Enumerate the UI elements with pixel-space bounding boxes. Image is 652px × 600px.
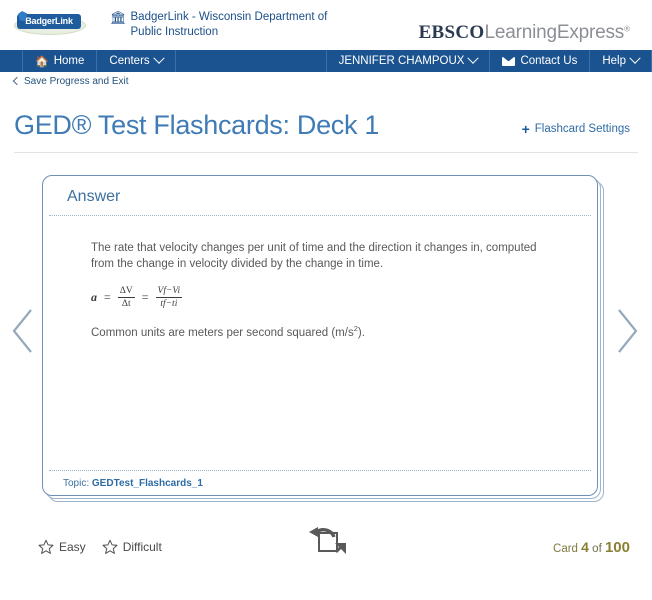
formula-lhs: a: [91, 290, 97, 305]
learningexpress-wordmark: LearningExpress: [484, 22, 625, 43]
flashcard-footer: Topic: GEDTest_Flashcards_1: [49, 470, 591, 495]
next-card-button[interactable]: [614, 307, 640, 355]
flashcard-controls: Easy Difficult Card 4 of 100: [0, 527, 652, 567]
main-navigation: 🏠 Home Centers JENNIFER CHAMPOUX Contact…: [0, 50, 652, 72]
flashcard-side-label: Answer: [67, 188, 121, 205]
flashcard-units-paragraph: Common units are meters per second squar…: [91, 324, 543, 341]
card-counter: Card 4 of 100: [553, 539, 630, 556]
units-text-pre: Common units are meters per second squar…: [91, 326, 354, 339]
formula-fraction-1: ΔV Δt: [117, 286, 135, 310]
flashcard-region: Answer The rate that velocity changes pe…: [0, 175, 652, 515]
flashcard-settings-label: Flashcard Settings: [534, 123, 630, 135]
chevron-down-icon: [153, 52, 165, 64]
star-icon: [38, 539, 54, 554]
title-divider: [14, 152, 638, 153]
flip-card-button[interactable]: [304, 525, 348, 564]
nav-home-label: Home: [53, 55, 85, 67]
ebsco-learningexpress-logo: EBSCOLearningExpress®: [419, 22, 630, 44]
formula-equals-2: =: [141, 290, 149, 305]
formula-equals-1: =: [104, 290, 111, 305]
mail-icon: [502, 56, 516, 66]
flashcard-definition-paragraph: The rate that velocity changes per unit …: [91, 242, 537, 271]
flip-card-icon: [309, 527, 346, 554]
nav-help-label: Help: [602, 55, 626, 67]
institution-name: BadgerLink - Wisconsin Department of Pub…: [130, 11, 328, 38]
rate-difficult-label: Difficult: [122, 540, 162, 554]
topic-value[interactable]: GEDTest_Flashcards_1: [92, 478, 203, 489]
chevron-left-icon: [12, 76, 22, 86]
page-title-row: GED® Test Flashcards: Deck 1 + Flashcard…: [0, 90, 652, 141]
flashcard-header: Answer: [49, 176, 591, 216]
institution-block: 🏛 BadgerLink - Wisconsin Department of P…: [110, 10, 360, 40]
flashcard-settings-link[interactable]: + Flashcard Settings: [522, 122, 630, 136]
rating-group: Easy Difficult: [38, 539, 162, 555]
formula-fraction-1-denominator: Δt: [121, 299, 131, 310]
nav-item-centers[interactable]: Centers: [97, 50, 176, 72]
counter-prefix: Card: [553, 542, 578, 555]
rate-easy-label: Easy: [59, 540, 86, 554]
flashcard-stack: Answer The rate that velocity changes pe…: [42, 175, 604, 502]
nav-centers-label: Centers: [109, 55, 150, 67]
home-icon: 🏠: [35, 55, 49, 68]
formula-fraction-1-numerator: ΔV: [117, 286, 135, 299]
previous-card-button[interactable]: [10, 307, 36, 355]
formula-fraction-2-numerator: Vf−Vi: [155, 286, 183, 299]
nav-item-home[interactable]: 🏠 Home: [22, 50, 98, 72]
ebsco-wordmark: EBSCO: [418, 22, 485, 43]
nav-item-user-menu[interactable]: JENNIFER CHAMPOUX: [325, 50, 491, 72]
chevron-right-icon: [618, 309, 638, 353]
rate-easy-button[interactable]: Easy: [38, 539, 86, 555]
counter-of: of: [592, 542, 602, 555]
nav-item-help[interactable]: Help: [590, 50, 652, 72]
star-icon: [102, 539, 118, 554]
flashcard-body: The rate that velocity changes per unit …: [43, 216, 597, 470]
badgerlink-logo[interactable]: BadgerLink: [14, 11, 86, 38]
save-progress-row[interactable]: Save Progress and Exit: [0, 72, 652, 90]
branding-header: BadgerLink 🏛 BadgerLink - Wisconsin Depa…: [0, 0, 652, 50]
acceleration-formula: a = ΔV Δt = Vf−Vi tf−ti: [91, 286, 567, 310]
nav-contact-label: Contact Us: [520, 55, 578, 67]
rate-difficult-button[interactable]: Difficult: [102, 539, 162, 555]
save-progress-link[interactable]: Save Progress and Exit: [24, 76, 129, 87]
units-text-post: ).: [357, 326, 365, 339]
registered-mark: ®: [624, 24, 630, 34]
nav-user-label: JENNIFER CHAMPOUX: [338, 55, 465, 67]
topic-label: Topic:: [63, 478, 90, 489]
logo-wordmark: BadgerLink: [17, 14, 81, 29]
counter-total: 100: [604, 538, 630, 556]
bank-icon: 🏛: [110, 10, 127, 25]
chevron-down-icon: [467, 52, 480, 64]
chevron-down-icon: [629, 52, 641, 64]
nav-right-group: JENNIFER CHAMPOUX Contact Us Help: [304, 50, 652, 72]
counter-current: 4: [581, 538, 589, 555]
formula-fraction-2: Vf−Vi tf−ti: [155, 286, 183, 310]
page-title: GED® Test Flashcards: Deck 1: [14, 110, 380, 140]
flashcard[interactable]: Answer The rate that velocity changes pe…: [42, 175, 598, 496]
formula-fraction-2-denominator: tf−ti: [160, 299, 178, 310]
chevron-left-icon: [12, 309, 32, 353]
plus-icon: +: [521, 121, 530, 137]
nav-item-contact-us[interactable]: Contact Us: [490, 50, 591, 72]
